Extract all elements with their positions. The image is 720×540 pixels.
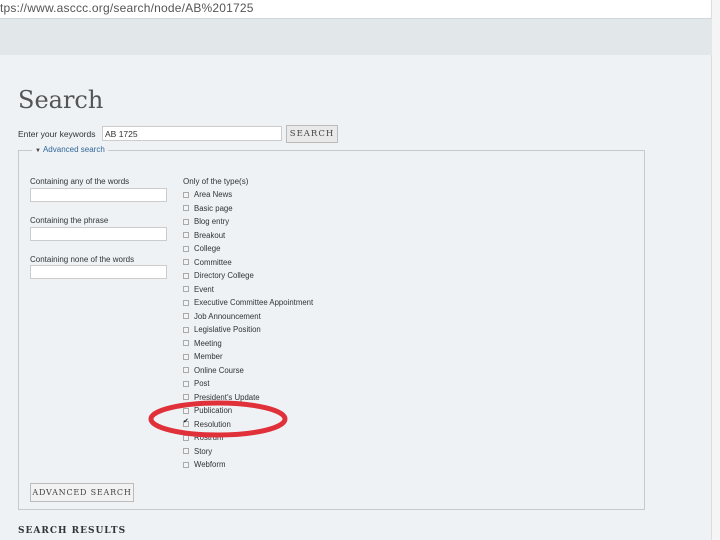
type-checkbox[interactable] bbox=[183, 205, 189, 212]
type-option[interactable]: Blog entry bbox=[183, 215, 313, 229]
type-option-label: Blog entry bbox=[194, 217, 230, 227]
type-checkbox[interactable] bbox=[183, 353, 189, 360]
none-words-label: Containing none of the words bbox=[30, 255, 135, 264]
triangle-down-icon: ▼ bbox=[35, 148, 41, 154]
type-checkbox[interactable] bbox=[183, 191, 189, 198]
type-checkbox[interactable] bbox=[183, 326, 189, 333]
type-option[interactable]: College bbox=[183, 242, 313, 256]
type-option-label: Breakout bbox=[194, 230, 226, 240]
type-option[interactable]: Event bbox=[183, 283, 313, 297]
type-checkbox[interactable] bbox=[183, 232, 189, 239]
type-checkbox[interactable] bbox=[183, 272, 189, 279]
advanced-search-fieldset bbox=[18, 150, 645, 510]
type-checkbox[interactable] bbox=[183, 340, 189, 347]
type-option[interactable]: Committee bbox=[183, 256, 313, 270]
type-checkbox[interactable] bbox=[183, 380, 189, 387]
phrase-input[interactable] bbox=[30, 227, 167, 241]
type-checkbox[interactable] bbox=[183, 286, 189, 293]
type-option[interactable]: Legislative Position bbox=[183, 323, 313, 337]
type-checkbox[interactable] bbox=[183, 313, 189, 320]
type-checkbox[interactable] bbox=[183, 461, 189, 468]
type-option-label: Committee bbox=[194, 257, 232, 267]
type-checkbox[interactable] bbox=[183, 218, 189, 225]
phrase-label: Containing the phrase bbox=[30, 216, 109, 225]
type-option-label: Job Announcement bbox=[194, 311, 261, 321]
type-option-label: Member bbox=[194, 352, 223, 362]
type-checkbox[interactable] bbox=[183, 245, 189, 252]
type-option-label: Area News bbox=[194, 190, 233, 200]
type-option[interactable]: Post bbox=[183, 377, 313, 391]
keywords-input[interactable] bbox=[102, 126, 282, 141]
any-words-label: Containing any of the words bbox=[30, 177, 130, 186]
url-text: tps://www.asccc.org/search/node/AB%20172… bbox=[0, 1, 254, 15]
type-checkbox[interactable] bbox=[183, 299, 189, 306]
type-option-label: Basic page bbox=[194, 203, 233, 213]
types-label: Only of the type(s) bbox=[183, 177, 249, 186]
type-option-label: College bbox=[194, 244, 221, 254]
type-option[interactable]: Directory College bbox=[183, 269, 313, 283]
any-words-input[interactable] bbox=[30, 188, 167, 202]
type-option[interactable]: Story bbox=[183, 445, 313, 459]
type-option-label: Post bbox=[194, 379, 210, 389]
none-words-input[interactable] bbox=[30, 265, 167, 279]
type-option-label: Legislative Position bbox=[194, 325, 261, 335]
advanced-search-legend: Advanced search bbox=[42, 145, 105, 154]
site-header-band bbox=[0, 19, 712, 55]
search-button[interactable]: SEARCH bbox=[286, 125, 338, 143]
type-option-label: Directory College bbox=[194, 271, 254, 281]
type-option[interactable]: Area News bbox=[183, 188, 313, 202]
advanced-search-toggle[interactable]: ▼ Advanced search bbox=[32, 145, 108, 154]
type-option[interactable]: Executive Committee Appointment bbox=[183, 296, 313, 310]
type-option-label: Story bbox=[194, 446, 213, 456]
type-option[interactable]: Member bbox=[183, 350, 313, 364]
type-option[interactable]: Online Course bbox=[183, 364, 313, 378]
type-option-label: Executive Committee Appointment bbox=[194, 298, 314, 308]
address-bar[interactable]: tps://www.asccc.org/search/node/AB%20172… bbox=[0, 0, 712, 19]
keywords-label: Enter your keywords bbox=[18, 129, 96, 139]
red-ellipse-annotation bbox=[148, 400, 288, 438]
scrollbar[interactable] bbox=[711, 0, 720, 540]
type-option[interactable]: Breakout bbox=[183, 229, 313, 243]
advanced-search-button[interactable]: ADVANCED SEARCH bbox=[30, 483, 134, 502]
type-option-label: Meeting bbox=[194, 338, 222, 348]
type-option[interactable]: Basic page bbox=[183, 202, 313, 216]
type-option[interactable]: Meeting bbox=[183, 337, 313, 351]
search-results-heading: SEARCH RESULTS bbox=[18, 526, 127, 536]
page-title: Search bbox=[18, 86, 104, 114]
type-checkbox[interactable] bbox=[183, 448, 189, 455]
type-option-label: Event bbox=[194, 284, 214, 294]
type-option-label: Webform bbox=[194, 460, 226, 470]
type-checkbox[interactable] bbox=[183, 259, 189, 266]
type-option-label: Online Course bbox=[194, 365, 244, 375]
type-option[interactable]: Job Announcement bbox=[183, 310, 313, 324]
type-checkbox[interactable] bbox=[183, 367, 189, 374]
type-option[interactable]: Webform bbox=[183, 458, 313, 472]
